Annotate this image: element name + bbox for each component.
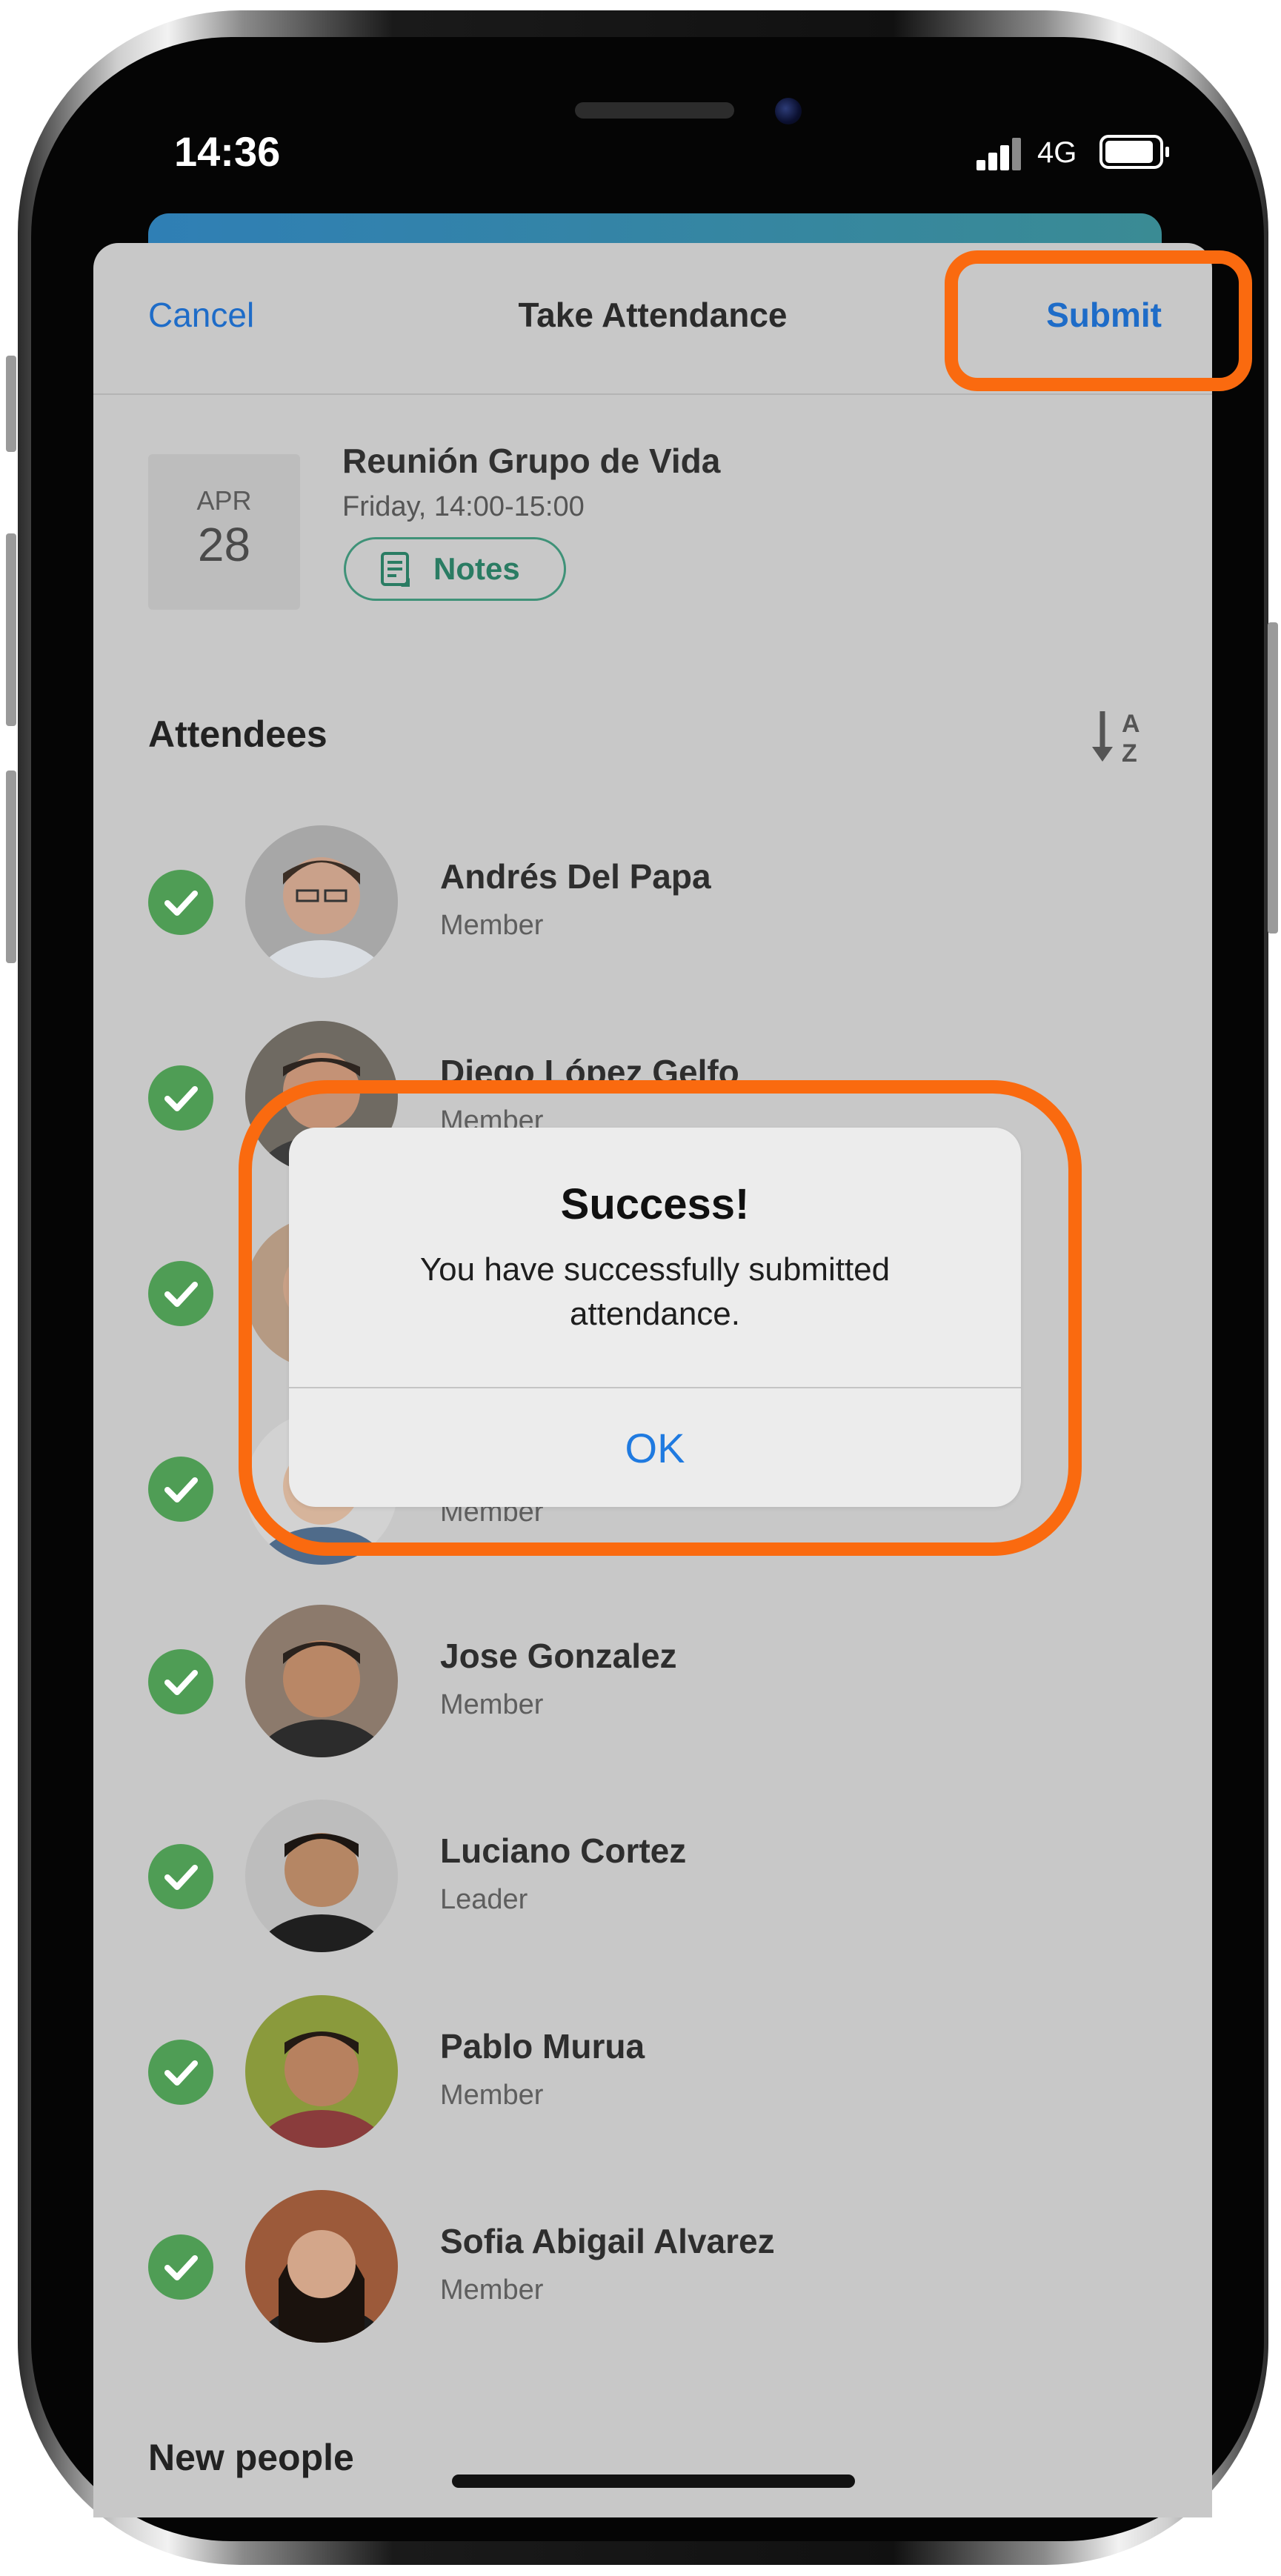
attendee-name: Diego López Gelfo bbox=[440, 1053, 739, 1091]
attendee-role: Member bbox=[440, 2080, 544, 2111]
submit-button[interactable]: Submit bbox=[1046, 295, 1162, 335]
event-time: Friday, 14:00-15:00 bbox=[342, 491, 585, 522]
attendee-name: Pablo Murua bbox=[440, 2027, 645, 2066]
event-month: APR bbox=[196, 485, 252, 516]
alert-message: You have successfully submitted attendan… bbox=[419, 1251, 891, 1332]
check-icon[interactable] bbox=[148, 1261, 213, 1326]
check-icon[interactable] bbox=[148, 2040, 213, 2105]
success-alert: Success! You have successfully submitted… bbox=[289, 1128, 1021, 1507]
attendee-role: Member bbox=[440, 2274, 544, 2306]
notes-button[interactable]: Notes bbox=[344, 537, 566, 601]
check-icon[interactable] bbox=[148, 1457, 213, 1522]
page-title: Take Attendance bbox=[518, 296, 788, 334]
signal-icon bbox=[976, 138, 1022, 170]
status-time: 14:36 bbox=[174, 128, 281, 175]
volume-down-button bbox=[6, 771, 16, 963]
check-icon[interactable] bbox=[148, 870, 213, 935]
attendee-role: Member bbox=[440, 1689, 544, 1720]
home-indicator[interactable] bbox=[452, 2475, 855, 2488]
alert-title: Success! bbox=[560, 1180, 750, 1228]
avatar bbox=[245, 2190, 398, 2343]
attendee-name: Andrés Del Papa bbox=[440, 857, 711, 896]
attendee-name: Sofia Abigail Alvarez bbox=[440, 2222, 775, 2260]
sheet-header: Cancel Take Attendance Submit bbox=[93, 243, 1212, 395]
attendee-role: Member bbox=[440, 910, 544, 941]
event-date-badge: APR 28 bbox=[148, 454, 300, 610]
attendees-heading: Attendees bbox=[148, 713, 327, 755]
attendee-row[interactable]: Sofia Abigail Alvarez Member bbox=[93, 2177, 1212, 2362]
event-summary: APR 28 Reunión Grupo de Vida Friday, 14:… bbox=[93, 396, 1212, 610]
attendee-row[interactable]: Andrés Del Papa Member bbox=[93, 812, 1212, 997]
avatar bbox=[245, 1800, 398, 1952]
sort-a-z-icon[interactable]: A Z bbox=[1086, 704, 1153, 771]
avatar bbox=[245, 1605, 398, 1757]
notes-icon bbox=[381, 552, 410, 587]
attendee-role: Leader bbox=[440, 1884, 528, 1915]
event-day: 28 bbox=[197, 518, 251, 571]
ok-button[interactable]: OK bbox=[289, 1388, 1021, 1507]
svg-text:Z: Z bbox=[1122, 739, 1137, 768]
power-button bbox=[1268, 622, 1278, 933]
notes-label: Notes bbox=[433, 551, 520, 586]
avatar bbox=[245, 825, 398, 978]
volume-up-button bbox=[6, 533, 16, 726]
attendee-row[interactable]: Pablo Murua Member bbox=[93, 1982, 1212, 2167]
check-icon[interactable] bbox=[148, 2234, 213, 2300]
attendee-row[interactable]: Luciano Cortez Leader bbox=[93, 1786, 1212, 1971]
front-camera-icon bbox=[775, 98, 802, 124]
speaker-grille bbox=[575, 102, 734, 119]
network-type: 4G bbox=[1037, 136, 1077, 169]
event-title: Reunión Grupo de Vida bbox=[342, 442, 721, 480]
check-icon[interactable] bbox=[148, 1844, 213, 1909]
battery-icon bbox=[1099, 135, 1169, 169]
mute-switch bbox=[6, 356, 16, 452]
new-people-heading: New people bbox=[148, 2437, 354, 2478]
attendee-row[interactable]: Jose Gonzalez Member bbox=[93, 1591, 1212, 1777]
attendee-name: Jose Gonzalez bbox=[440, 1637, 677, 1675]
attendee-name: Luciano Cortez bbox=[440, 1831, 687, 1870]
avatar bbox=[245, 1995, 398, 2148]
check-icon[interactable] bbox=[148, 1065, 213, 1131]
svg-text:A: A bbox=[1122, 710, 1140, 738]
check-icon[interactable] bbox=[148, 1649, 213, 1714]
